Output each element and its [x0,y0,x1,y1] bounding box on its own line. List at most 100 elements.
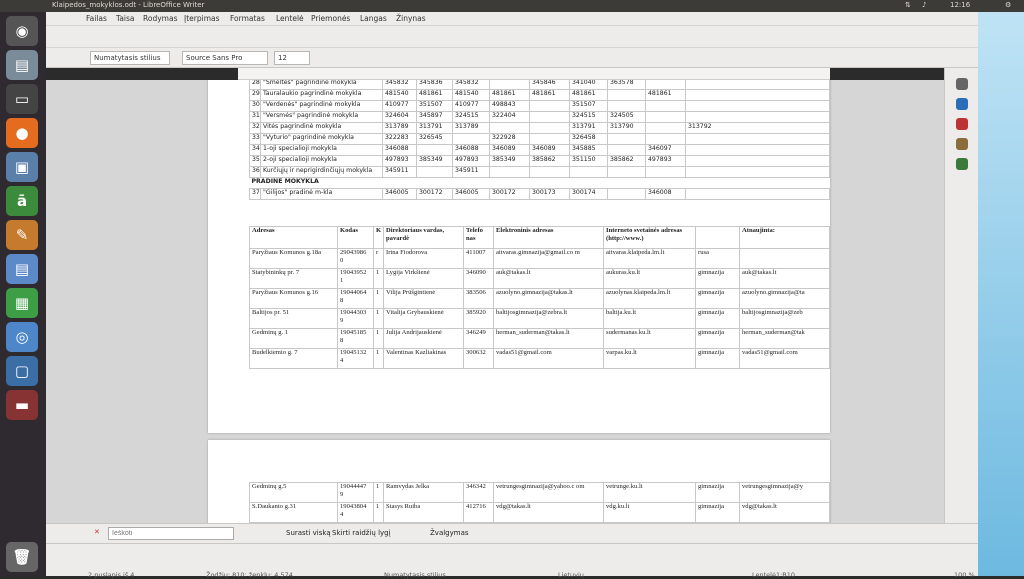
table-cell[interactable]: auk@takas.lt [739,268,830,289]
table-cell[interactable] [695,226,740,249]
table-cell[interactable]: 345832 [382,80,417,90]
clock[interactable]: 12:16 [950,1,970,9]
menu-tools[interactable]: Priemonės [311,14,350,23]
table-cell[interactable]: aukuras.ku.lt [603,268,696,289]
table-cell[interactable]: 346342 [463,482,494,503]
table-cell[interactable] [685,155,830,167]
language[interactable]: Lietuvių [558,571,584,579]
table-cell[interactable]: 341040 [569,80,608,90]
table-cell[interactable]: 29043986 0 [337,248,374,269]
firefox-icon[interactable]: ● [6,118,38,148]
table-cell[interactable]: gimnazija [695,308,740,329]
table-cell[interactable] [685,144,830,156]
table-cell[interactable]: Budelkiemio g. 7 [249,348,338,369]
table-cell[interactable]: 313791 [416,122,453,134]
table-cell[interactable]: 32 [249,122,261,134]
table-cell[interactable]: 1 [373,268,384,289]
table-cell[interactable]: 19043952 1 [337,268,374,289]
formatting-button[interactable]: Žvalgymas [430,529,469,537]
table-cell[interactable]: azuolynas.klaipeda.lm.lt [603,288,696,309]
table-cell[interactable]: 313789 [452,122,490,134]
table-cell[interactable]: 363578 [607,80,646,90]
table-cell[interactable]: vadas51@gmail.com [493,348,604,369]
files-icon[interactable]: ▤ [6,50,38,80]
table-cell[interactable]: 326458 [569,133,608,145]
table-cell[interactable]: 351150 [569,155,608,167]
table-cell[interactable]: 410977 [382,100,417,112]
table-cell[interactable]: "Versmės" pagrindinė mokykla [260,111,383,123]
table-cell[interactable]: 410977 [452,100,490,112]
table-cell[interactable] [416,144,453,156]
table-cell[interactable] [529,166,570,178]
table-cell[interactable]: 385862 [529,155,570,167]
table-cell[interactable]: Baltijos pr. 51 [249,308,338,329]
table-cell[interactable]: baltijosgimnazija@zebra.lt [493,308,604,329]
navigator-icon[interactable] [956,158,968,170]
dash-icon[interactable]: ◉ [6,16,38,46]
table-cell[interactable]: baltija.ku.lt [603,308,696,329]
table-cell[interactable]: K [373,226,384,249]
app-icon[interactable]: ▬ [6,390,38,420]
table-cell[interactable]: vetrunge.ku.lt [603,482,696,503]
table-cell[interactable]: Kurčiųjų ir neprigirdinčiųjų mokykla [260,166,383,178]
table-cell[interactable]: 322283 [382,133,417,145]
table-cell[interactable]: "Gilijos" pradinė m-kla [260,188,383,200]
table-cell[interactable]: 481861 [645,89,686,101]
terminal-icon[interactable]: ▭ [6,84,38,114]
menu-view[interactable]: Rodymas [143,14,177,23]
table-cell[interactable]: rusa [695,248,740,269]
table-cell[interactable]: 481861 [416,89,453,101]
table-cell[interactable] [645,80,686,90]
table-cell[interactable]: herman_suderman@tak [739,328,830,349]
table-cell[interactable] [607,188,646,200]
table-cell[interactable]: 346097 [645,144,686,156]
table-cell[interactable]: Statybininkų pr. 7 [249,268,338,289]
calc-icon[interactable]: ▦ [6,288,38,318]
table-cell[interactable]: r [373,248,384,269]
table-cell[interactable]: 481861 [529,89,570,101]
table-cell[interactable]: azuolyno.gimnazija@takas.lt [493,288,604,309]
table-cell[interactable]: 28 [249,80,261,90]
table-cell[interactable]: 19044303 9 [337,308,374,329]
table-cell[interactable] [739,248,830,269]
table-cell[interactable]: 385349 [416,155,453,167]
paragraph-style-select[interactable]: Numatytasis stilius [90,51,170,65]
table-cell[interactable]: azuolyno.gimnazija@ta [739,288,830,309]
table-cell[interactable]: Irina Fiodorova [383,248,464,269]
table-cell[interactable]: gimnazija [695,268,740,289]
table-cell[interactable]: S.Daukanto g.31 [249,502,338,523]
table-cell[interactable] [489,80,530,90]
table-cell[interactable]: 1 [373,288,384,309]
table-cell[interactable]: 481861 [489,89,530,101]
table-cell[interactable] [607,100,646,112]
table-cell[interactable]: Vitės pagrindinė mokykla [260,122,383,134]
table-cell[interactable]: Elektroninis adresas [493,226,604,249]
table-cell[interactable] [685,89,830,101]
table-cell[interactable] [452,133,490,145]
table-cell[interactable] [489,122,530,134]
properties-icon[interactable] [956,98,968,110]
table-cell[interactable]: "Vyturio" pagrindinė mokykla [260,133,383,145]
table-cell[interactable]: 324515 [569,111,608,123]
table-cell[interactable]: 2-oji specialioji mokykla [260,155,383,167]
menu-format[interactable]: Formatas [230,14,265,23]
table-cell[interactable]: gimnazija [695,328,740,349]
match-case-checkbox[interactable]: Skirti raidžių lygį [332,529,391,537]
workspace-icon[interactable]: ▢ [6,356,38,386]
table-cell[interactable]: varpas.ku.lt [603,348,696,369]
gallery-icon[interactable] [956,138,968,150]
table-cell[interactable]: 351507 [416,100,453,112]
table-cell[interactable]: 345846 [529,80,570,90]
table-cell[interactable]: 346008 [645,188,686,200]
table-cell[interactable] [685,80,830,90]
table-cell[interactable]: 30 [249,100,261,112]
table-cell[interactable]: 19044447 9 [337,482,374,503]
table-cell[interactable]: 324604 [382,111,417,123]
table-cell[interactable]: 1 [373,482,384,503]
table-cell[interactable]: gimnazija [695,348,740,369]
table-cell[interactable]: baltijosgimnazija@zeb [739,308,830,329]
table-cell[interactable] [607,166,646,178]
styles-icon[interactable] [956,118,968,130]
table-cell[interactable]: 313789 [382,122,417,134]
table-cell[interactable]: vdg@takas.lt [493,502,604,523]
